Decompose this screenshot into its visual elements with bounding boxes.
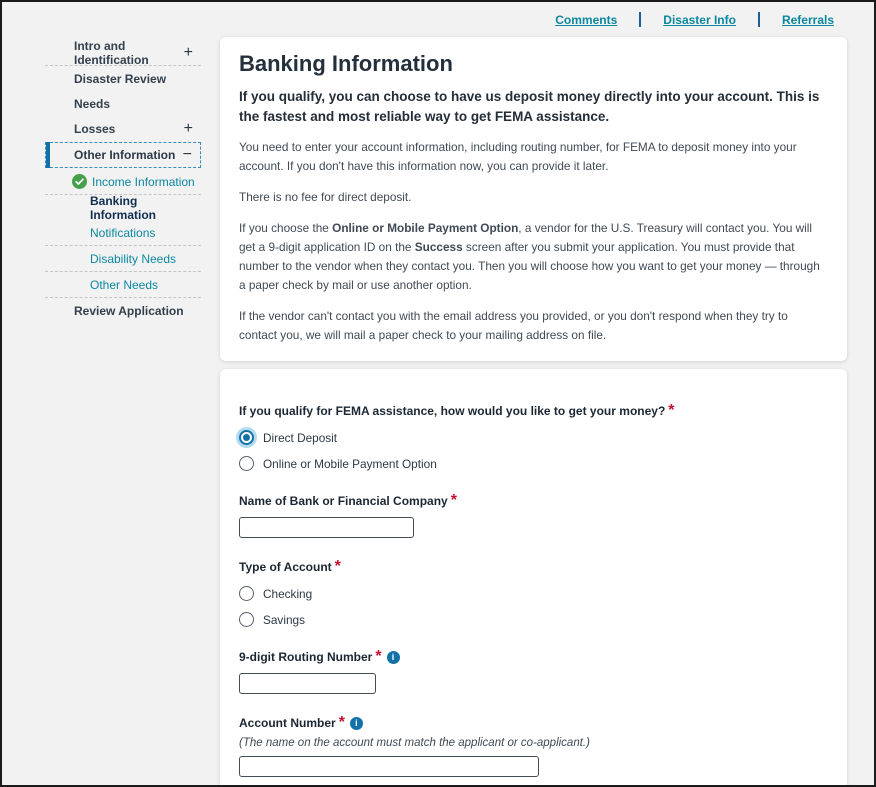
sidebar-item-label: Needs [74,97,110,111]
sidebar-item-disaster-review[interactable]: Disaster Review [45,66,201,91]
routing-number-input[interactable] [239,673,376,694]
sidebar-item-label: Losses [74,122,115,136]
payment-method-question: If you qualify for FEMA assistance, how … [239,404,665,418]
sidebar-item-label: Intro and Identification [74,39,201,67]
radio-row-savings: Savings [239,611,828,628]
banking-form-card: If you qualify for FEMA assistance, how … [220,369,847,787]
sidebar-item-label: Notifications [90,226,155,240]
account-type-label: Type of Account [239,560,332,574]
bank-name-field: Name of Bank or Financial Company* [239,492,828,538]
required-asterisk: * [451,492,457,509]
savings-label[interactable]: Savings [263,613,305,627]
active-section-bar [46,142,50,168]
sidebar-item-label: Review Application [74,304,184,318]
required-asterisk: * [339,714,345,731]
online-mobile-payment-radio[interactable] [239,456,254,471]
sidebar-item-label: Disaster Review [74,72,166,86]
intro-paragraph: You need to enter your account informati… [239,138,828,176]
checking-label[interactable]: Checking [263,587,312,601]
required-asterisk: * [668,402,674,419]
account-number-label: Account Number [239,716,336,730]
sidebar-item-banking-information[interactable]: Banking Information [45,195,201,220]
intro-paragraph: There is no fee for direct deposit. [239,188,828,207]
direct-deposit-radio[interactable] [239,430,254,445]
steps-sidebar: Intro and Identification + Disaster Revi… [45,40,201,323]
payment-method-group: If you qualify for FEMA assistance, how … [239,402,828,472]
intro-card: Banking Information If you qualify, you … [220,37,847,361]
collapse-icon[interactable]: − [183,147,192,163]
savings-radio[interactable] [239,612,254,627]
account-number-input[interactable] [239,756,539,777]
sidebar-item-notifications[interactable]: Notifications [45,220,201,245]
top-nav-link-disaster-info[interactable]: Disaster Info [663,13,736,27]
sidebar-item-label: Other Needs [90,278,158,292]
intro-paragraph: If you choose the Online or Mobile Payme… [239,219,828,295]
radio-row-checking: Checking [239,585,828,602]
sidebar-item-label: Other Information [74,148,175,162]
routing-number-field: 9-digit Routing Number* [239,648,828,694]
expand-icon[interactable]: + [184,121,193,137]
sidebar-item-intro-and-identification[interactable]: Intro and Identification + [45,40,201,65]
checking-radio[interactable] [239,586,254,601]
sidebar-item-label: Disability Needs [90,252,176,266]
online-mobile-payment-label[interactable]: Online or Mobile Payment Option [263,457,437,471]
direct-deposit-label[interactable]: Direct Deposit [263,431,337,445]
routing-info-icon[interactable] [387,651,400,664]
required-asterisk: * [335,558,341,575]
bank-name-input[interactable] [239,517,414,538]
sidebar-item-other-information[interactable]: Other Information − [45,142,201,168]
sidebar-item-needs[interactable]: Needs [45,91,201,116]
account-info-icon[interactable] [350,717,363,730]
nav-separator [758,12,760,27]
page-title: Banking Information [239,51,828,77]
sidebar-item-other-needs[interactable]: Other Needs [45,272,201,297]
required-asterisk: * [375,648,381,665]
page-lead: If you qualify, you can choose to have u… [239,87,828,128]
account-number-note: (The name on the account must match the … [239,737,828,749]
sidebar-item-label: Income Information [92,175,195,189]
account-number-field: Account Number* (The name on the account… [239,714,828,777]
top-nav-link-comments[interactable]: Comments [555,13,617,27]
completed-check-icon [72,174,87,189]
sidebar-item-review-application[interactable]: Review Application [45,298,201,323]
sidebar-item-label: Banking Information [90,194,201,222]
radio-row-direct-deposit: Direct Deposit [239,429,828,446]
main-content: Banking Information If you qualify, you … [220,37,847,787]
intro-paragraph: If the vendor can't contact you with the… [239,307,828,345]
bank-name-label: Name of Bank or Financial Company [239,494,448,508]
top-nav: Comments Disaster Info Referrals [555,12,834,27]
sidebar-item-income-information[interactable]: Income Information [45,169,201,194]
nav-separator [639,12,641,27]
sidebar-item-disability-needs[interactable]: Disability Needs [45,246,201,271]
account-type-group: Type of Account* Checking Savings [239,558,828,628]
sidebar-item-losses[interactable]: Losses + [45,116,201,141]
app-window: Comments Disaster Info Referrals Intro a… [0,0,876,787]
radio-row-online-mobile: Online or Mobile Payment Option [239,455,828,472]
routing-number-label: 9-digit Routing Number [239,650,372,664]
expand-icon[interactable]: + [184,45,193,61]
top-nav-link-referrals[interactable]: Referrals [782,13,834,27]
